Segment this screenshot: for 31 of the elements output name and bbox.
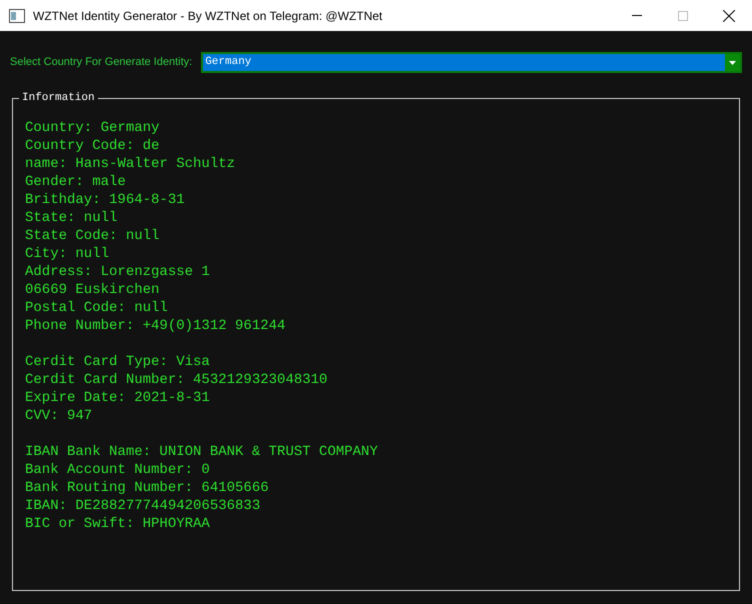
info-line: Address: Lorenzgasse 1 <box>25 263 210 281</box>
info-line: CVV: 947 <box>25 407 92 425</box>
country-value: Germany <box>204 55 252 70</box>
country-label: Select Country For Generate Identity: <box>10 55 192 70</box>
info-line: Cerdit Card Number: 4532129323048310 <box>25 371 328 389</box>
info-line: Cerdit Card Type: Visa <box>25 353 210 371</box>
window-title: WZTNet Identity Generator - By WZTNet on Telegram: @WZTNet <box>33 8 382 24</box>
info-line: name: Hans-Walter Schultz <box>25 155 236 173</box>
info-line: State: null <box>25 209 118 227</box>
info-line: Gender: male <box>25 173 126 191</box>
info-line: Country: Germany <box>25 119 160 137</box>
info-line: Bank Routing Number: 64105666 <box>25 479 269 497</box>
info-line: Postal Code: null <box>25 299 168 317</box>
info-line: Country Code: de <box>25 137 160 155</box>
info-line: Brithday: 1964-8-31 <box>25 191 185 209</box>
country-dropdown[interactable]: Germany <box>201 52 742 73</box>
info-line: IBAN: DE28827774494206536833 <box>25 497 260 515</box>
info-line: Expire Date: 2021-8-31 <box>25 389 210 407</box>
info-line: IBAN Bank Name: UNION BANK & TRUST COMPANY <box>25 443 378 461</box>
minimize-icon <box>632 15 642 16</box>
info-line: State Code: null <box>25 227 160 245</box>
caret-icon <box>729 60 736 64</box>
info-line: City: null <box>25 245 110 263</box>
dropdown-button[interactable] <box>725 54 740 71</box>
info-line: Bank Account Number: 0 <box>25 461 210 479</box>
app-icon <box>9 8 25 22</box>
info-line: BIC or Swift: HPHOYRAA <box>25 515 210 533</box>
info-line: 06669 Euskirchen <box>25 281 160 299</box>
close-icon <box>723 10 735 22</box>
maximize-icon <box>678 10 688 20</box>
info-line: Phone Number: +49(0)1312 961244 <box>25 317 286 335</box>
